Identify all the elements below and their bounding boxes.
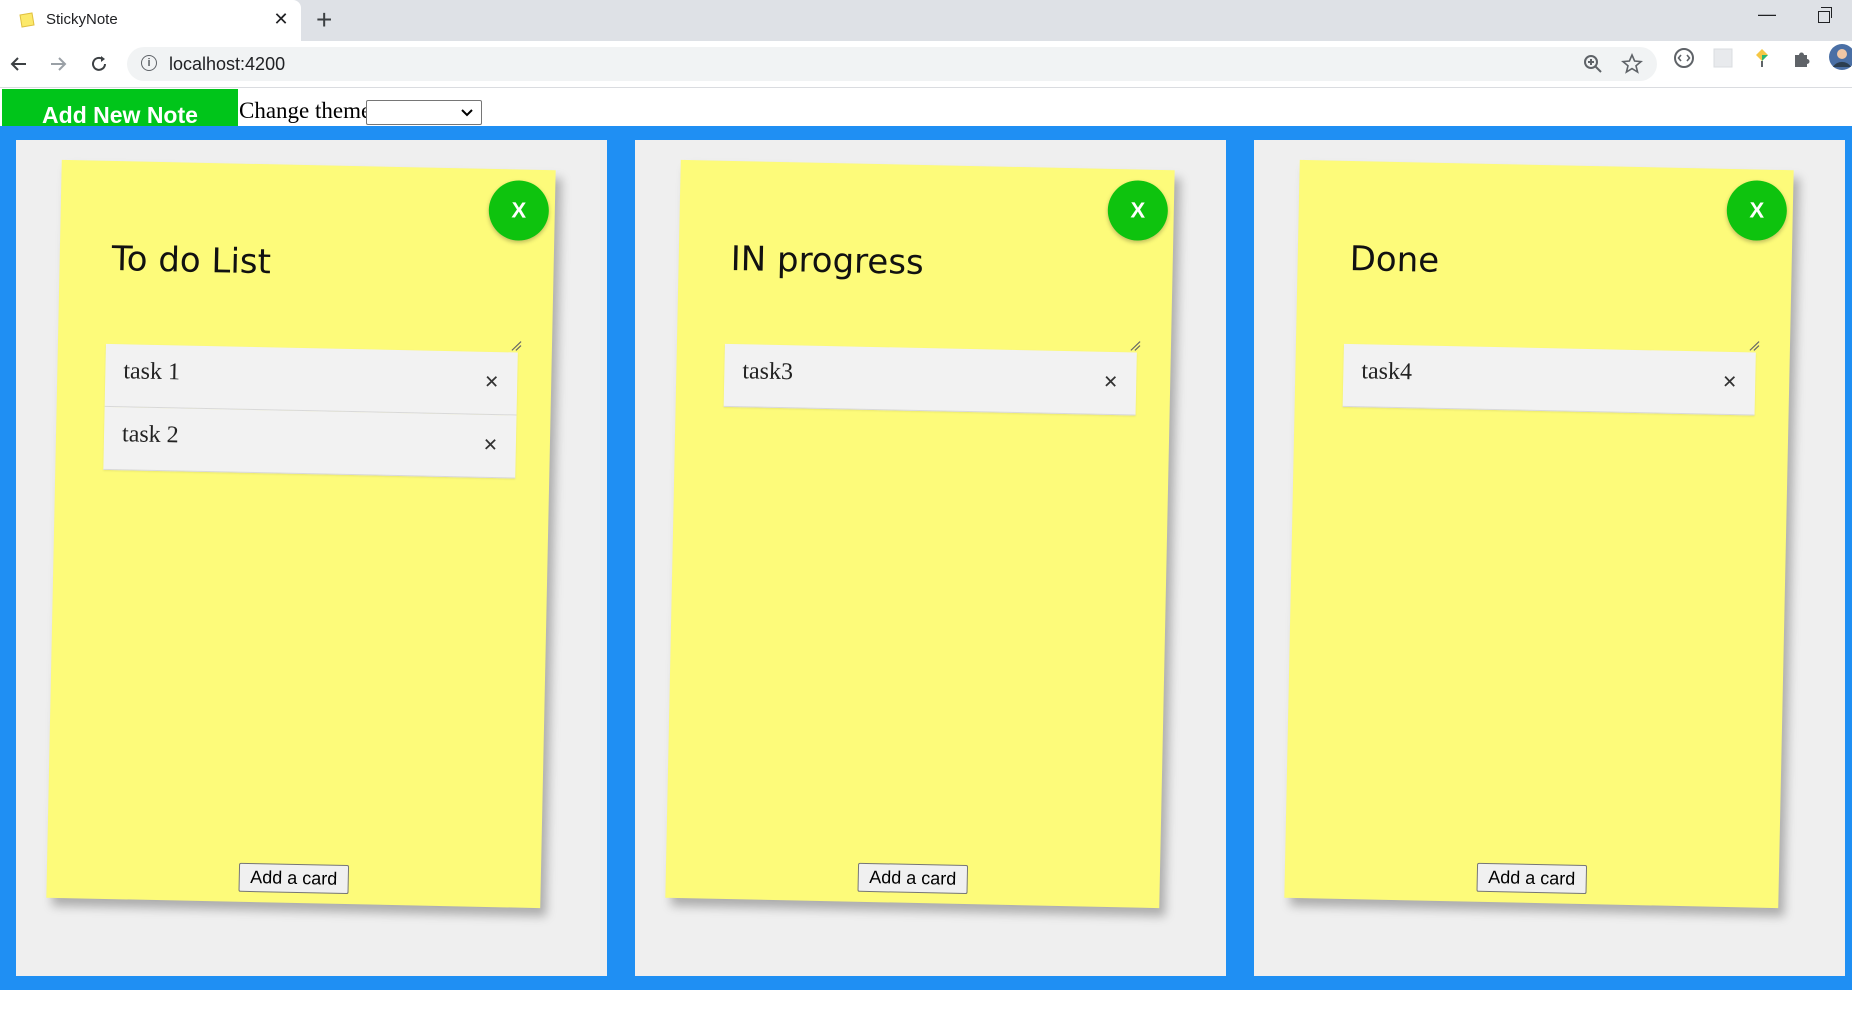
add-card-button[interactable]: Add a card [238, 862, 350, 895]
change-theme-label: Change theme [239, 98, 372, 123]
card-list: task3 ✕ [723, 343, 1137, 416]
remove-card-icon[interactable]: ✕ [1722, 372, 1738, 393]
remove-card-icon[interactable]: ✕ [484, 372, 500, 393]
extension-grid-icon[interactable] [1711, 46, 1735, 70]
add-card-button[interactable]: Add a card [1476, 862, 1588, 895]
back-icon[interactable] [4, 49, 34, 79]
note-title: Done [1349, 238, 1440, 281]
card-text: task 1 [123, 358, 181, 386]
remove-card-icon[interactable]: ✕ [1103, 372, 1119, 393]
note-column: IN progress X task3 ✕ Add a card [635, 140, 1226, 976]
browser-tab[interactable]: StickyNote ✕ [0, 0, 301, 41]
extension-pin-icon[interactable] [1750, 46, 1774, 70]
theme-select[interactable] [366, 100, 482, 125]
note-column: Done X task4 ✕ Add a card [1254, 140, 1845, 976]
forward-icon[interactable] [43, 49, 73, 79]
add-card-button[interactable]: Add a card [857, 862, 969, 895]
address-bar[interactable]: i localhost:4200 [127, 47, 1657, 81]
sticky-note-favicon-icon [19, 12, 35, 28]
card-text: task4 [1361, 358, 1413, 386]
tab-title: StickyNote [46, 11, 118, 28]
browser-toolbar: i localhost:4200 [0, 41, 1852, 88]
card-text: task3 [742, 358, 794, 386]
window-minimize-icon[interactable]: — [1758, 4, 1776, 25]
notes-board: To do List X task 1 ✕ task 2 ✕ Add a car… [0, 126, 1852, 990]
delete-note-button[interactable]: X [1726, 179, 1788, 242]
card-item[interactable]: task 1 ✕ [104, 343, 518, 416]
tab-close-icon[interactable]: ✕ [270, 8, 292, 30]
sticky-note: IN progress X task3 ✕ Add a card [665, 159, 1175, 909]
site-info-icon[interactable]: i [141, 55, 157, 71]
profile-avatar[interactable] [1828, 43, 1852, 71]
window-restore-icon[interactable] [1818, 7, 1832, 23]
zoom-icon[interactable] [1582, 53, 1604, 75]
new-tab-icon[interactable]: + [316, 4, 332, 36]
browser-tab-strip: StickyNote ✕ + — [0, 0, 1852, 41]
resize-handle-icon[interactable] [1129, 339, 1141, 351]
card-list: task4 ✕ [1342, 343, 1756, 416]
app-page: Add New Note Change theme To do List X t… [0, 88, 1852, 1015]
resize-handle-icon[interactable] [1748, 339, 1760, 351]
chevron-down-icon [461, 109, 473, 117]
reload-icon[interactable] [84, 49, 114, 79]
card-item[interactable]: task3 ✕ [723, 343, 1137, 416]
sticky-note: Done X task4 ✕ Add a card [1284, 159, 1794, 909]
card-text: task 2 [121, 421, 179, 449]
card-list: task 1 ✕ task 2 ✕ [103, 343, 518, 479]
extension-code-icon[interactable] [1672, 46, 1696, 70]
extensions-puzzle-icon[interactable] [1791, 46, 1815, 70]
delete-note-button[interactable]: X [488, 179, 550, 242]
note-title: IN progress [730, 238, 925, 284]
card-item[interactable]: task4 ✕ [1342, 343, 1756, 416]
card-item[interactable]: task 2 ✕ [103, 406, 517, 479]
bookmark-star-icon[interactable] [1621, 53, 1643, 75]
note-title: To do List [111, 238, 272, 283]
sticky-note: To do List X task 1 ✕ task 2 ✕ Add a car… [46, 159, 556, 909]
url-text: localhost:4200 [169, 54, 286, 74]
remove-card-icon[interactable]: ✕ [483, 435, 499, 456]
resize-handle-icon[interactable] [510, 339, 522, 351]
note-column: To do List X task 1 ✕ task 2 ✕ Add a car… [16, 140, 607, 976]
delete-note-button[interactable]: X [1107, 179, 1169, 242]
